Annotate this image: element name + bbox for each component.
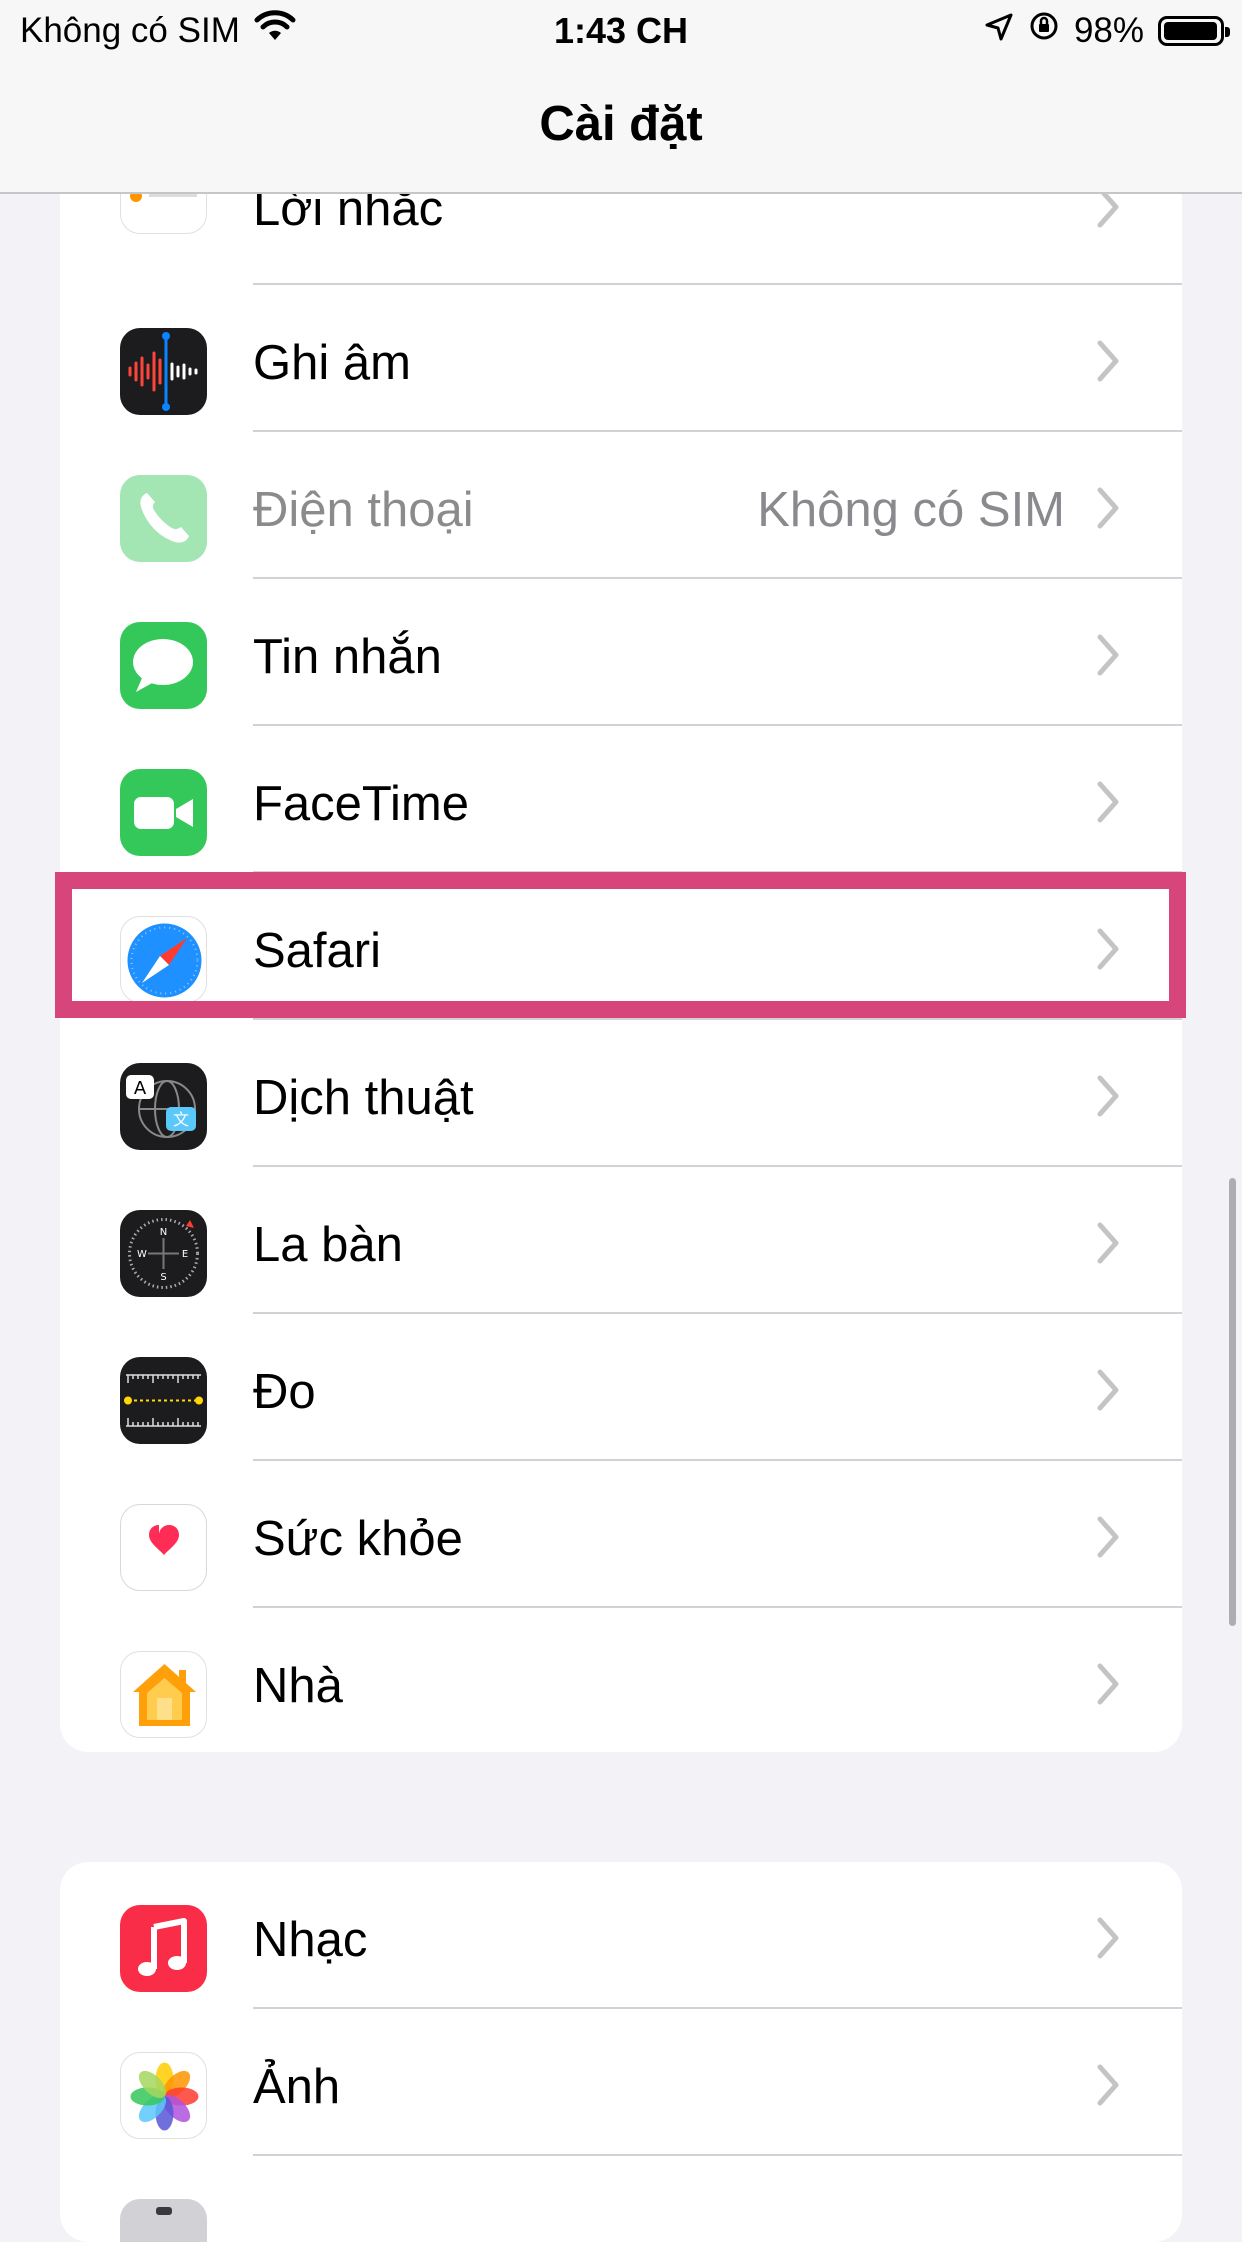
chevron-right-icon [1097, 1516, 1119, 1558]
photos-icon [120, 2052, 207, 2139]
page-title: Cài đặt [539, 97, 703, 151]
svg-text:E: E [182, 1249, 188, 1260]
chevron-right-icon [1097, 340, 1119, 382]
settings-row-music[interactable]: Nhạc [60, 1862, 1182, 2009]
settings-row-facetime[interactable]: FaceTime [60, 726, 1182, 873]
settings-row-camera[interactable] [60, 2156, 1182, 2242]
scrollbar[interactable] [1229, 1178, 1236, 1626]
battery-level [1164, 21, 1217, 40]
battery-percent: 98% [1073, 10, 1144, 50]
settings-row-label: Nhà [253, 1659, 343, 1713]
chevron-right-icon [1097, 1917, 1119, 1959]
voice-memos-icon [120, 328, 207, 415]
chevron-right-icon [1097, 1663, 1119, 1705]
battery-icon [1158, 15, 1230, 46]
settings-row-compass[interactable]: N S W E La bàn [60, 1167, 1182, 1314]
settings-row-safari[interactable]: Safari [60, 873, 1182, 1020]
settings-row-label: La bàn [253, 1218, 403, 1272]
music-icon [120, 1905, 207, 1992]
settings-row-label: Ảnh [253, 2060, 341, 2114]
navigation-bar: Cài đặt [0, 62, 1242, 194]
camera-icon [120, 2199, 207, 2242]
safari-icon [120, 916, 207, 1003]
settings-row-label: Nhạc [253, 1913, 368, 1967]
settings-row-label: Dịch thuật [253, 1071, 474, 1125]
settings-row-label: Điện thoại [253, 483, 474, 537]
status-right: 98% [984, 10, 1230, 51]
phone-icon [120, 475, 207, 562]
settings-row-label: Đo [253, 1365, 316, 1419]
svg-text:A: A [134, 1078, 147, 1099]
settings-row-label: FaceTime [253, 777, 470, 831]
settings-row-messages[interactable]: Tin nhắn [60, 579, 1182, 726]
chevron-right-icon [1097, 781, 1119, 823]
messages-icon [120, 622, 207, 709]
settings-row-label: Ghi âm [253, 336, 411, 390]
location-arrow-icon [984, 11, 1014, 51]
settings-row-label: Sức khỏe [253, 1512, 463, 1566]
settings-row-translate[interactable]: A 文 Dịch thuật [60, 1020, 1182, 1167]
chevron-right-icon [1097, 487, 1119, 529]
chevron-right-icon [1097, 634, 1119, 676]
settings-row-value: Không có SIM [757, 483, 1065, 537]
facetime-icon [120, 769, 207, 856]
chevron-right-icon [1097, 1222, 1119, 1264]
svg-text:文: 文 [173, 1110, 189, 1129]
chevron-right-icon [1097, 1075, 1119, 1117]
home-icon [120, 1651, 207, 1738]
settings-row-label: Tin nhắn [253, 630, 442, 684]
chevron-right-icon [1097, 928, 1119, 970]
settings-row-home[interactable]: Nhà [60, 1608, 1182, 1752]
measure-icon [120, 1357, 207, 1444]
settings-group-media: Nhạc Ảnh [60, 1862, 1182, 2242]
svg-text:N: N [160, 1227, 167, 1238]
settings-row-measure[interactable]: Đo [60, 1314, 1182, 1461]
svg-text:W: W [137, 1249, 147, 1260]
settings-row-label: Safari [253, 924, 382, 978]
chevron-right-icon [1097, 1369, 1119, 1411]
chevron-right-icon [1097, 2064, 1119, 2106]
translate-icon: A 文 [120, 1063, 207, 1150]
settings-row-health[interactable]: Sức khỏe [60, 1461, 1182, 1608]
settings-row-phone[interactable]: Điện thoại Không có SIM [60, 432, 1182, 579]
compass-icon: N S W E [120, 1210, 207, 1297]
status-bar: Không có SIM 1:43 CH 98% [0, 0, 1242, 62]
svg-text:S: S [160, 1272, 166, 1283]
orientation-lock-icon [1028, 10, 1060, 51]
settings-group-apps: Lời nhắc Ghi âm Điện thoại Không có SIM … [60, 121, 1182, 1752]
settings-row-photos[interactable]: Ảnh [60, 2009, 1182, 2156]
settings-row-voice-memos[interactable]: Ghi âm [60, 285, 1182, 432]
health-icon [120, 1504, 207, 1591]
